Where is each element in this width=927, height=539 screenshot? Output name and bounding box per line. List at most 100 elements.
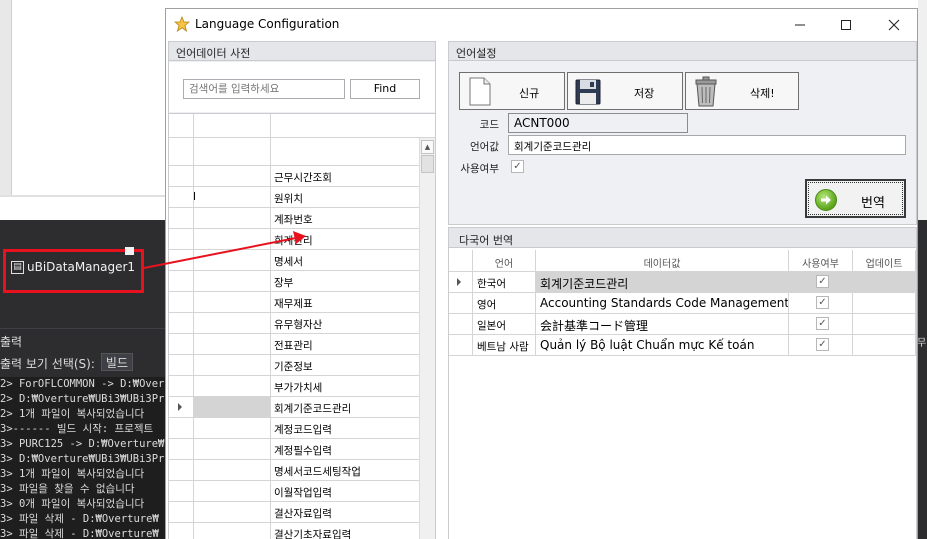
translation-grid-header: 언어 데이터값 사용여부 업데이트 (449, 250, 916, 272)
translate-button[interactable]: 번역 (805, 179, 906, 218)
translation-row[interactable]: 한국어 회계기준코드관리 ✓ (449, 272, 916, 293)
star-icon (174, 16, 190, 32)
dictionary-text-cell: 회계관리 (274, 235, 313, 247)
scroll-up-icon[interactable]: ▲ (421, 140, 434, 154)
close-button[interactable] (871, 9, 917, 40)
output-line: 3> 파일 삭제 - D:₩Overture₩ (0, 528, 159, 539)
dictionary-grid-header (169, 114, 435, 138)
column-header[interactable]: 사용여부 (789, 250, 853, 271)
dictionary-row[interactable]: 유무형자산 (169, 313, 419, 334)
dictionary-row[interactable]: 장부 (169, 271, 419, 292)
dictionary-text-cell: 명세서 (274, 256, 303, 268)
row-indicator (169, 208, 193, 228)
maximize-button[interactable] (823, 9, 869, 40)
update-cell (853, 314, 916, 335)
update-cell (853, 335, 916, 356)
output-line: 3> 파일을 찾을 수 없습니다 (0, 483, 135, 495)
dictionary-row[interactable]: 회계관리 (169, 229, 419, 250)
dictionary-text-cell: 계정코드입력 (274, 424, 332, 436)
dictionary-row[interactable]: 계정필수입력 (169, 439, 419, 460)
output-source-label: 출력 보기 선택(S): (0, 357, 95, 371)
dictionary-code-cell (193, 208, 270, 228)
column-header[interactable]: 업데이트 (853, 250, 916, 271)
dictionary-code-cell (193, 481, 270, 501)
row-indicator (169, 271, 193, 291)
dictionary-scrollbar[interactable]: ▲ (419, 138, 435, 539)
scroll-thumb[interactable] (421, 155, 434, 173)
output-line: 2> 1개 파일이 복사되었습니다 (0, 408, 145, 420)
output-line: 3> 0개 파일이 복사되었습니다 (0, 498, 145, 510)
use-checkbox[interactable]: ✓ (816, 338, 829, 351)
code-field[interactable]: ACNT000 (508, 113, 688, 133)
dictionary-code-cell (193, 523, 270, 539)
dictionary-row[interactable]: 기준정보 (169, 355, 419, 376)
dictionary-code-cell (193, 166, 270, 186)
dictionary-row[interactable]: 재무제표 (169, 292, 419, 313)
output-line: 3> 파일 삭제 - D:₩Overture₩ (0, 513, 159, 525)
language-dictionary-panel: 언어데이터 사전 Find 근무시간조회 l 원위치계좌번호회계관리명세서장부재무제… (168, 41, 436, 539)
dictionary-row[interactable]: 부가가치세 (169, 376, 419, 397)
data-value-cell[interactable]: 회계기준코드관리 (536, 272, 789, 293)
dictionary-row[interactable]: 전표관리 (169, 334, 419, 355)
save-button[interactable]: 저장 (567, 72, 683, 110)
find-button[interactable]: Find (350, 79, 420, 99)
dictionary-text-cell: 명세서코드세팅작업 (274, 466, 361, 478)
language-settings-panel: 언어설정 신규 저장 삭제! 코드 ACNT000 언어값 회계기준코드관리 사… (448, 41, 917, 225)
output-line: 3> 1개 파일이 복사되었습니다 (0, 468, 145, 480)
minimize-button[interactable] (777, 9, 823, 40)
delete-label: 삭제! (750, 87, 775, 100)
use-cell: ✓ (789, 335, 853, 356)
dictionary-row[interactable]: 결산기초자료입력 (169, 523, 419, 539)
dictionary-row[interactable]: 계정코드입력 (169, 418, 419, 439)
delete-button[interactable]: 삭제! (685, 72, 799, 110)
use-checkbox[interactable]: ✓ (816, 275, 829, 288)
row-indicator (169, 502, 193, 522)
use-checkbox[interactable]: ✓ (816, 317, 829, 330)
translation-row[interactable]: 일본어 会計基準コード管理 ✓ (449, 314, 916, 335)
dictionary-code-cell (193, 376, 270, 396)
output-source-select[interactable]: 빌드 (100, 353, 133, 371)
row-indicator (169, 460, 193, 480)
smart-tag-icon[interactable] (125, 247, 134, 255)
row-indicator (169, 229, 193, 249)
dictionary-row[interactable]: 근무시간조회 (169, 166, 419, 187)
dictionary-code-cell (193, 334, 270, 354)
title-bar[interactable]: Language Configuration (166, 9, 917, 40)
lang-value-label: 언어값 (470, 141, 499, 153)
dictionary-code-cell (193, 145, 270, 165)
component-item[interactable]: ▤ uBiDataManager1 (3, 249, 144, 293)
dictionary-text-cell: 유무형자산 (274, 319, 323, 331)
translation-grid: 언어 데이터값 사용여부 업데이트 한국어 회계기준코드관리 ✓ 영어 Accounting S… (449, 250, 916, 356)
row-indicator (169, 334, 193, 354)
translation-row[interactable]: 영어 Accounting Standards Code Management ✓ (449, 293, 916, 314)
dictionary-row[interactable]: 계좌번호 (169, 208, 419, 229)
use-checkbox[interactable]: ✓ (816, 296, 829, 309)
dictionary-row[interactable]: 명세서 (169, 250, 419, 271)
dictionary-row[interactable]: 회계기준코드관리 (169, 397, 419, 418)
translation-row[interactable]: 베트남 사람 Quản lý Bộ luật Chuẩn mực Kế toán ✓ (449, 335, 916, 356)
dictionary-code-cell (193, 397, 270, 417)
lang-value-field[interactable]: 회계기준코드관리 (508, 135, 906, 155)
dictionary-text-cell: 계좌번호 (274, 214, 313, 226)
row-indicator (169, 439, 193, 459)
dictionary-row[interactable] (169, 145, 419, 166)
dictionary-row[interactable]: l 원위치 (169, 187, 419, 208)
dictionary-text-cell: 재무제표 (274, 298, 313, 310)
language-config-dialog: Language Configuration 언어데이터 사전 Find 근무시… (165, 8, 918, 539)
dictionary-text-cell: 기준정보 (274, 361, 313, 373)
data-value-cell[interactable]: Quản lý Bộ luật Chuẩn mực Kế toán (536, 335, 789, 356)
search-input[interactable] (183, 79, 345, 99)
dictionary-row[interactable]: 명세서코드세팅작업 (169, 460, 419, 481)
dictionary-code-cell: l (193, 190, 197, 203)
data-value-cell[interactable]: 会計基準コード管理 (536, 314, 789, 335)
code-label: 코드 (479, 119, 499, 131)
dictionary-row[interactable]: 결산자료입력 (169, 502, 419, 523)
settings-header: 언어설정 (449, 42, 916, 61)
dictionary-row[interactable]: 이월작업입력 (169, 481, 419, 502)
column-header[interactable]: 데이터값 (536, 250, 789, 271)
data-value-cell[interactable]: Accounting Standards Code Management (536, 293, 789, 314)
use-checkbox[interactable]: ✓ (511, 160, 524, 173)
column-header[interactable]: 언어 (473, 250, 536, 271)
new-button[interactable]: 신규 (459, 72, 565, 110)
new-label: 신규 (519, 87, 540, 100)
